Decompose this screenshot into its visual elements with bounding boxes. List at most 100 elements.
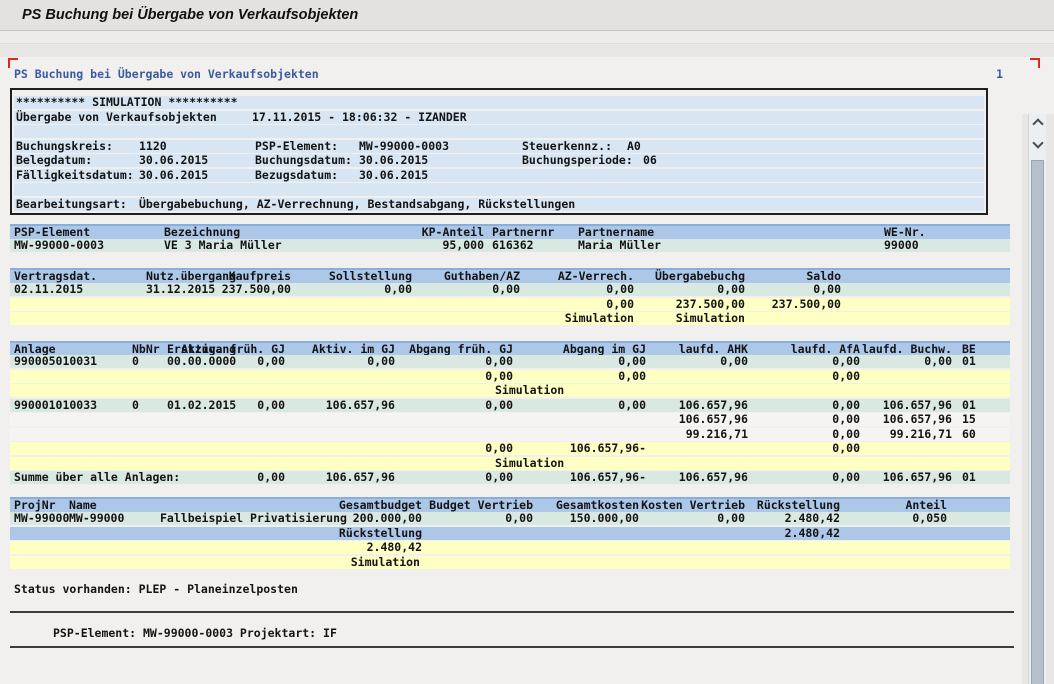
- asset-area-row: 106.657,96 0,00 106.657,96 15: [10, 413, 1010, 426]
- cell-laufd-buchw: 106.657,96: [822, 399, 952, 412]
- steuerkennz-value: A0: [627, 140, 641, 153]
- chevron-up-icon: [1032, 118, 1043, 129]
- cell-saldo: 237.500,00: [711, 298, 841, 311]
- sim-line: [14, 125, 984, 138]
- cell-be: 15: [962, 413, 976, 426]
- asset-sum-row: Summe über alle Anlagen: 0,00 106.657,96…: [10, 471, 1010, 484]
- project-row: MW-99000 MW-99000 Fallbeispiel Privatisi…: [10, 512, 1010, 525]
- faelligkeitsdatum-label: Fälligkeitsdatum:: [16, 169, 134, 182]
- sim-subject: Übergabe von Verkaufsobjekten: [16, 111, 217, 124]
- cell-guthaben-az: 0,00: [390, 283, 520, 296]
- faelligkeitsdatum-value: 30.06.2015: [139, 169, 208, 182]
- footer-psp-line: PSP-Element: MW-99000-0003 Projektart: I…: [53, 627, 337, 640]
- cell-be: 01: [962, 355, 976, 368]
- project-table-header: ProjNr Name Gesamtbudget Budget Vertrieb…: [10, 497, 1010, 512]
- report-heading: PS Buchung bei Übergabe von Verkaufsobje…: [14, 68, 319, 81]
- cell-rueckstellung: 2.480,42: [710, 527, 840, 540]
- cell-laufd-ahk: 0,00: [618, 355, 748, 368]
- simulation-label: Simulation: [495, 457, 564, 470]
- cell-aktiv-im-gj: 106.657,96: [265, 471, 395, 484]
- cell-aktiv-im-gj: 0,00: [265, 355, 395, 368]
- bezugsdatum-label: Bezugsdatum:: [255, 169, 338, 182]
- cell-vertragsdatum: 02.11.2015: [14, 283, 83, 296]
- cell-partnernr: 616362: [492, 239, 534, 252]
- contract-table-row: 02.11.2015 31.12.2015 237.500,00 0,00 0,…: [10, 283, 1010, 296]
- cell-laufd-afa: 0,00: [730, 442, 860, 455]
- simulation-label: Simulation: [615, 312, 745, 325]
- cell-nbnr: 0: [132, 399, 139, 412]
- cell-abgang-frueh-gj: 0,00: [383, 442, 513, 455]
- sim-line: ********** SIMULATION **********: [14, 96, 984, 109]
- buchungsdatum-value: 30.06.2015: [359, 154, 428, 167]
- cell-partnername: Maria Müller: [578, 239, 661, 252]
- asset-area-row: 99.216,71 0,00 99.216,71 60: [10, 428, 1010, 441]
- divider-line: [10, 646, 1014, 648]
- cell-name: MW-99000: [69, 512, 124, 525]
- cell-laufd-buchw: 0,00: [822, 355, 952, 368]
- status-row: Status vorhanden: PLEP - Planeinzelposte…: [10, 583, 1010, 596]
- cell-anlage: 990001010033: [14, 399, 97, 412]
- steuerkennz-label: Steuerkennz.:: [522, 140, 612, 153]
- cell-psp-element: MW-99000-0003: [14, 239, 104, 252]
- cell-saldo: 0,00: [711, 283, 841, 296]
- rueckstellung-label: Rückstellung: [292, 527, 422, 540]
- cell-laufd-ahk: 106.657,96: [618, 399, 748, 412]
- project-simulation-label-row: Simulation: [10, 556, 1010, 569]
- project-simulation-values-row: 2.480,42: [10, 541, 1010, 554]
- cell-abgang-frueh-gj: 0,00: [383, 399, 513, 412]
- scroll-up-button[interactable]: [1030, 116, 1045, 131]
- asset-row: 990001010033 0 01.02.2015 0,00 106.657,9…: [10, 399, 1010, 412]
- belegdatum-value: 30.06.2015: [139, 154, 208, 167]
- asset-simulation-label-row: Simulation: [10, 457, 1010, 470]
- cell-anteil: 0,050: [817, 512, 947, 525]
- chevron-down-icon: [1032, 137, 1043, 148]
- report-heading-row: PS Buchung bei Übergabe von Verkaufsobje…: [10, 68, 1010, 81]
- cell-abgang-frueh-gj: 0,00: [383, 355, 513, 368]
- cell-kp-anteil: 95,000: [354, 239, 484, 252]
- cell-nbnr: 0: [132, 355, 139, 368]
- sim-line: Bearbeitungsart: Übergabebuchung, AZ-Ver…: [14, 198, 984, 211]
- psp-element-label: PSP-Element:: [255, 140, 338, 153]
- asset-simulation-label-row: Simulation: [10, 384, 1010, 397]
- cell-laufd-buchw: 99.216,71: [822, 428, 952, 441]
- divider-line: [10, 611, 1014, 613]
- bezugsdatum-value: 30.06.2015: [359, 169, 428, 182]
- bearbeitungsart-label: Bearbeitungsart:: [16, 198, 127, 211]
- buchungskreis-label: Buchungskreis:: [16, 140, 113, 153]
- cell-laufd-afa: 0,00: [730, 370, 860, 383]
- sim-line: Buchungskreis: 1120 PSP-Element: MW-9900…: [14, 140, 984, 153]
- cell-be: 60: [962, 428, 976, 441]
- project-rueckstellung-row: Rückstellung 2.480,42: [10, 527, 1010, 540]
- scroll-down-button[interactable]: [1030, 138, 1045, 153]
- cell-abgang-im-gj: 0,00: [516, 370, 646, 383]
- contract-simulation-label-row: Simulation Simulation: [10, 312, 1010, 325]
- cell-anlage: 990005010031: [14, 355, 97, 368]
- contract-table-header: Vertragsdat. Nutz.übergang Kaufpreis Sol…: [10, 268, 1010, 283]
- buchungsperiode-label: Buchungsperiode:: [522, 154, 633, 167]
- sim-line: Belegdatum: 30.06.2015 Buchungsdatum: 30…: [14, 154, 984, 167]
- cell-laufd-ahk: 106.657,96: [618, 413, 748, 426]
- partner-table-row: MW-99000-0003 VE 3 Maria Müller 95,000 6…: [10, 239, 1010, 252]
- buchungsperiode-value: 06: [643, 154, 657, 167]
- scrollbar-thumb[interactable]: [1031, 160, 1044, 684]
- buchungskreis-value: 1120: [139, 140, 167, 153]
- vertical-scrollbar[interactable]: [1028, 114, 1046, 684]
- bearbeitungsart-value: Übergabebuchung, AZ-Verrechnung, Bestand…: [139, 198, 575, 211]
- partner-table-header: PSP-Element Bezeichnung KP-Anteil Partne…: [10, 224, 1010, 239]
- simulation-label: Simulation: [290, 556, 420, 569]
- psp-element-value: MW-99000-0003: [359, 140, 449, 153]
- sim-line: Übergabe von Verkaufsobjekten 17.11.2015…: [14, 111, 984, 124]
- asset-simulation-values-row: 0,00 0,00 0,00: [10, 370, 1010, 383]
- toolbar-strip: [0, 44, 1054, 58]
- belegdatum-label: Belegdatum:: [16, 154, 92, 167]
- cell-laufd-buchw: 106.657,96: [822, 413, 952, 426]
- screen-corner-top-right-mark: [1030, 58, 1040, 68]
- status-line: Status vorhanden: PLEP - Planeinzelposte…: [14, 583, 298, 596]
- sim-line: [14, 183, 984, 196]
- window-title: PS Buchung bei Übergabe von Verkaufsobje…: [22, 7, 358, 23]
- contract-simulation-values-row: 0,00 237.500,00 237.500,00: [10, 298, 1010, 311]
- cell-be: 01: [962, 471, 976, 484]
- page-number: 1: [873, 68, 1003, 81]
- window-titlebar: PS Buchung bei Übergabe von Verkaufsobje…: [0, 0, 1054, 31]
- cell-aktiv-im-gj: 106.657,96: [265, 399, 395, 412]
